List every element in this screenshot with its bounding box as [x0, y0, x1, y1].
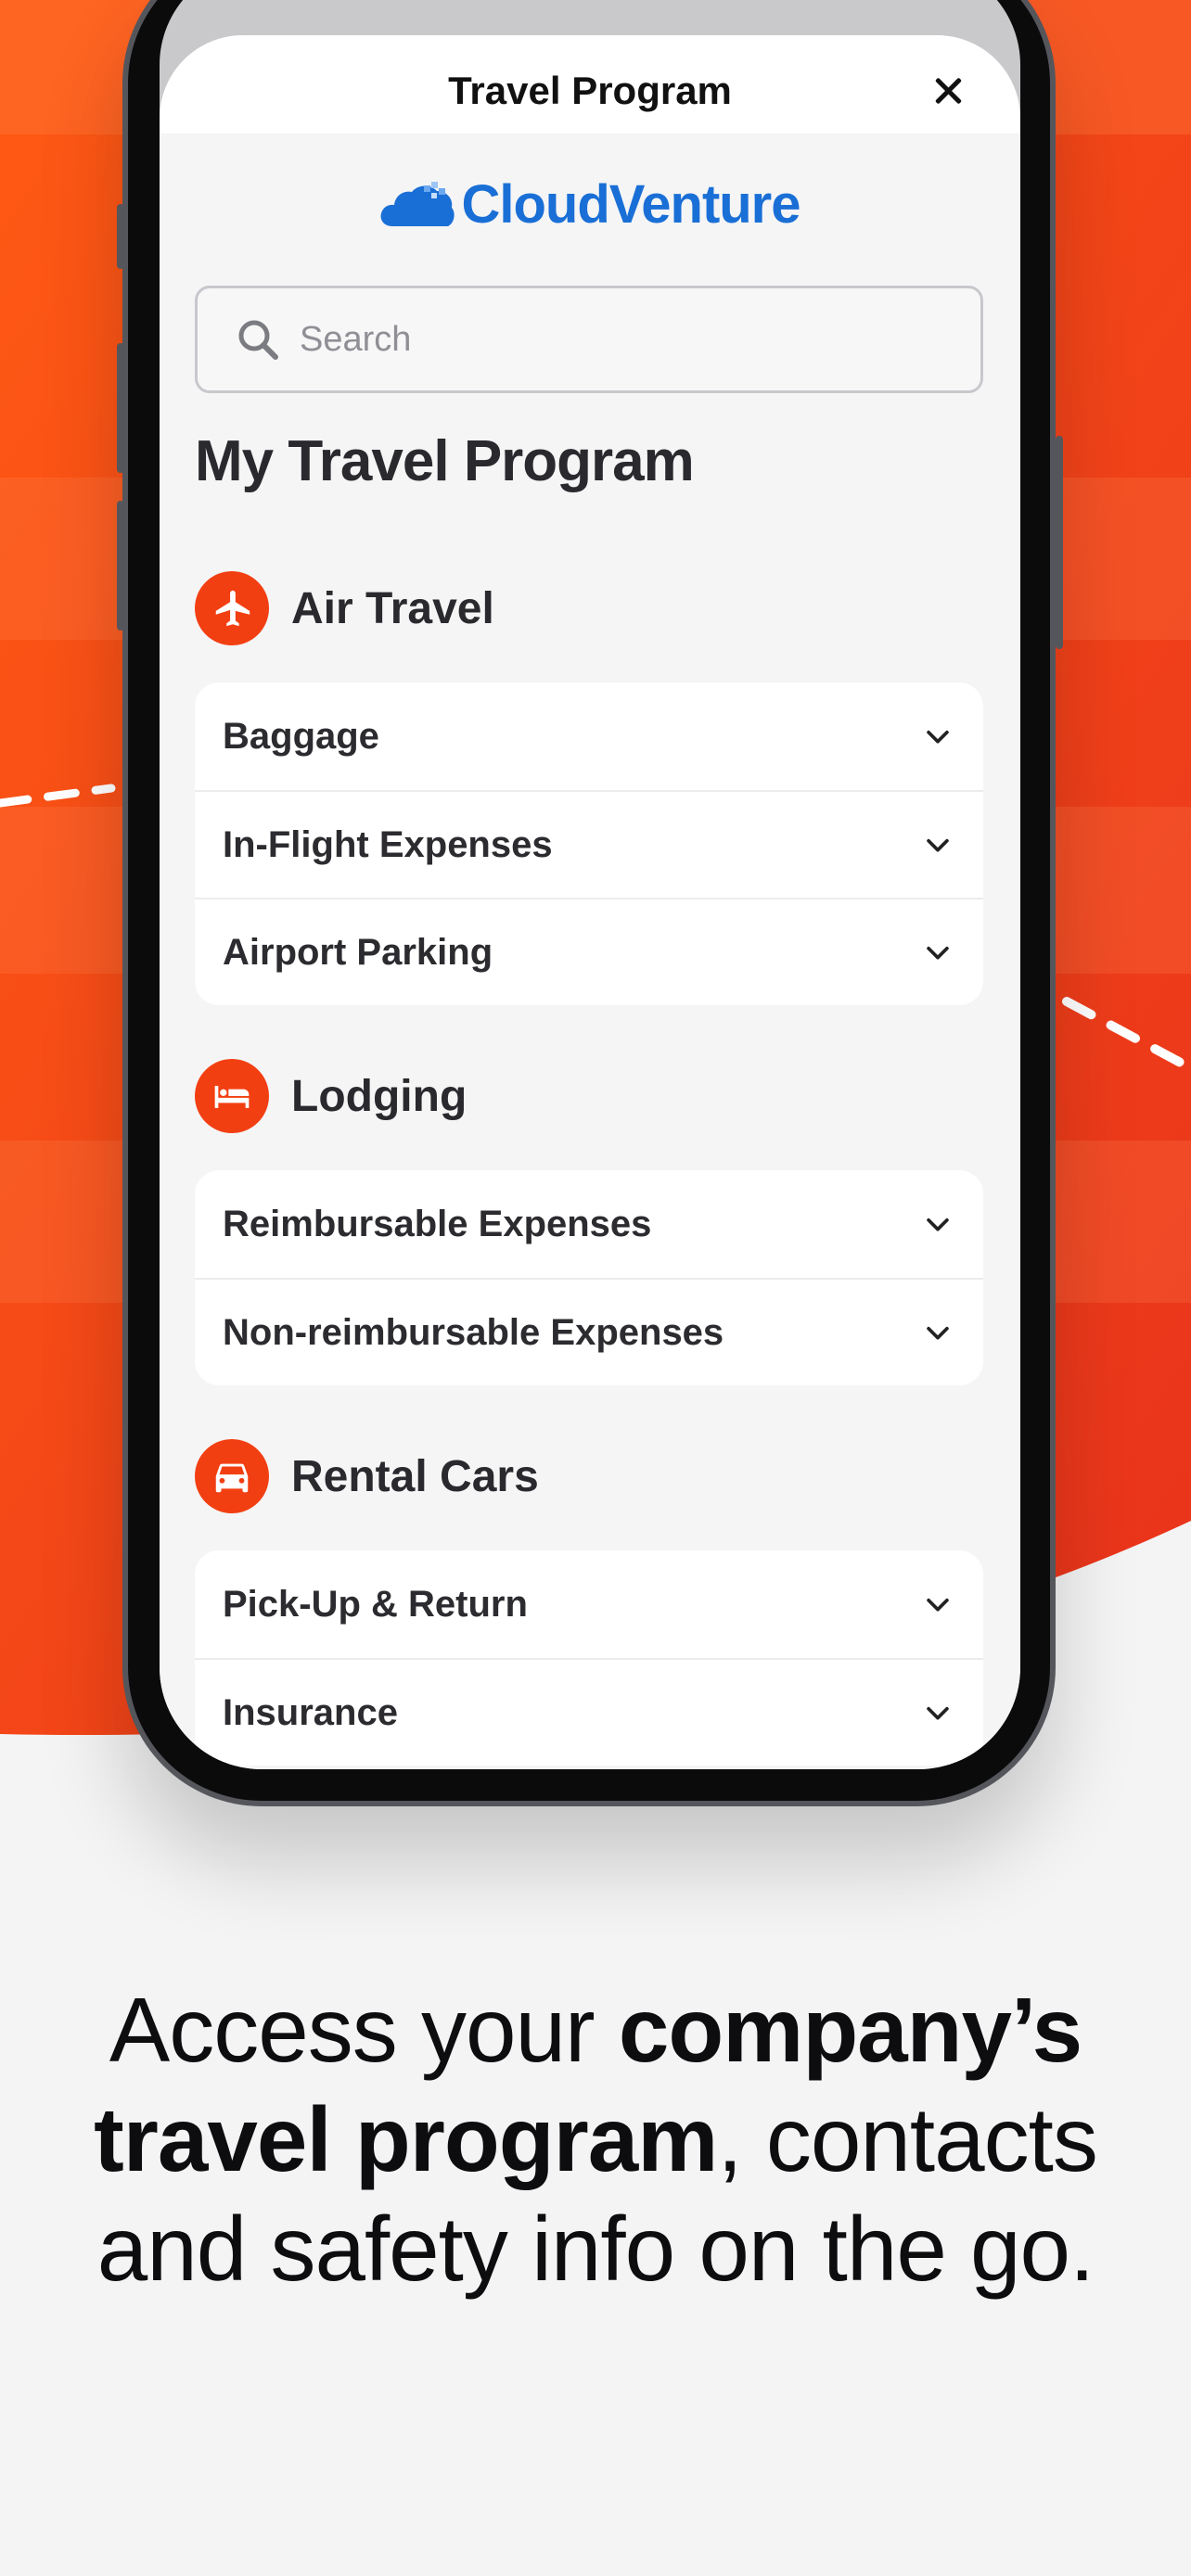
list-item-label: In-Flight Expenses	[223, 823, 553, 865]
chevron-down-icon	[927, 1706, 949, 1720]
marketing-tagline: Access your company’s travel program, co…	[56, 1975, 1135, 2303]
phone-volume-down	[117, 501, 124, 631]
car-icon	[195, 1439, 269, 1513]
lodging-card: Reimbursable Expenses Non-reimbursable E…	[195, 1170, 983, 1385]
category-rental-cars: Rental Cars	[195, 1439, 539, 1513]
company-logo: CloudVenture	[160, 167, 1020, 241]
chevron-down-icon	[927, 1218, 949, 1231]
page-title: My Travel Program	[195, 429, 695, 493]
list-item-label: Insurance	[223, 1691, 398, 1733]
list-item-in-flight-expenses[interactable]: In-Flight Expenses	[195, 790, 983, 898]
travel-program-sheet: Travel Program CloudVenture My Travel Pr…	[160, 35, 1020, 1769]
category-air-travel: Air Travel	[195, 571, 494, 645]
category-lodging: Lodging	[195, 1059, 467, 1133]
list-item-non-reimbursable-expenses[interactable]: Non-reimbursable Expenses	[195, 1278, 983, 1385]
chevron-down-icon	[927, 730, 949, 744]
list-item-insurance[interactable]: Insurance	[195, 1658, 983, 1766]
category-label: Air Travel	[291, 583, 494, 633]
list-item-reimbursable-expenses[interactable]: Reimbursable Expenses	[195, 1170, 983, 1278]
flight-route-left	[0, 784, 116, 808]
list-item-label: Reimbursable Expenses	[223, 1203, 652, 1244]
cloud-icon	[380, 182, 455, 226]
search-input[interactable]	[298, 318, 895, 361]
list-item-label: Airport Parking	[223, 931, 493, 973]
chevron-down-icon	[927, 946, 949, 960]
list-item-baggage[interactable]: Baggage	[195, 682, 983, 790]
logo-text: CloudVenture	[461, 173, 800, 235]
rental-cars-card: Pick-Up & Return Insurance	[195, 1550, 983, 1766]
airplane-icon	[195, 571, 269, 645]
air-travel-card: Baggage In-Flight Expenses Airport Parki…	[195, 682, 983, 1005]
chevron-down-icon	[927, 1326, 949, 1340]
list-item-pick-up-return[interactable]: Pick-Up & Return	[195, 1550, 983, 1658]
flight-route-right	[1062, 997, 1191, 1073]
phone-power-button	[1056, 436, 1063, 649]
category-label: Rental Cars	[291, 1451, 539, 1501]
phone-screen: Travel Program CloudVenture My Travel Pr…	[160, 0, 1020, 1769]
list-item-airport-parking[interactable]: Airport Parking	[195, 898, 983, 1005]
sheet-title: Travel Program	[448, 69, 732, 112]
tagline-text: Access your	[109, 1979, 619, 2081]
bed-icon	[195, 1059, 269, 1133]
search-bar[interactable]	[195, 286, 983, 393]
list-item-label: Baggage	[223, 715, 379, 757]
sheet-header: Travel Program	[160, 35, 1020, 134]
list-item-label: Pick-Up & Return	[223, 1583, 528, 1625]
chevron-down-icon	[927, 838, 949, 852]
phone-volume-up	[117, 343, 124, 473]
phone-side-button	[117, 204, 124, 269]
list-item-label: Non-reimbursable Expenses	[223, 1311, 724, 1353]
category-label: Lodging	[291, 1071, 467, 1121]
chevron-down-icon	[927, 1598, 949, 1612]
close-icon[interactable]	[929, 72, 967, 109]
search-icon	[238, 320, 278, 360]
